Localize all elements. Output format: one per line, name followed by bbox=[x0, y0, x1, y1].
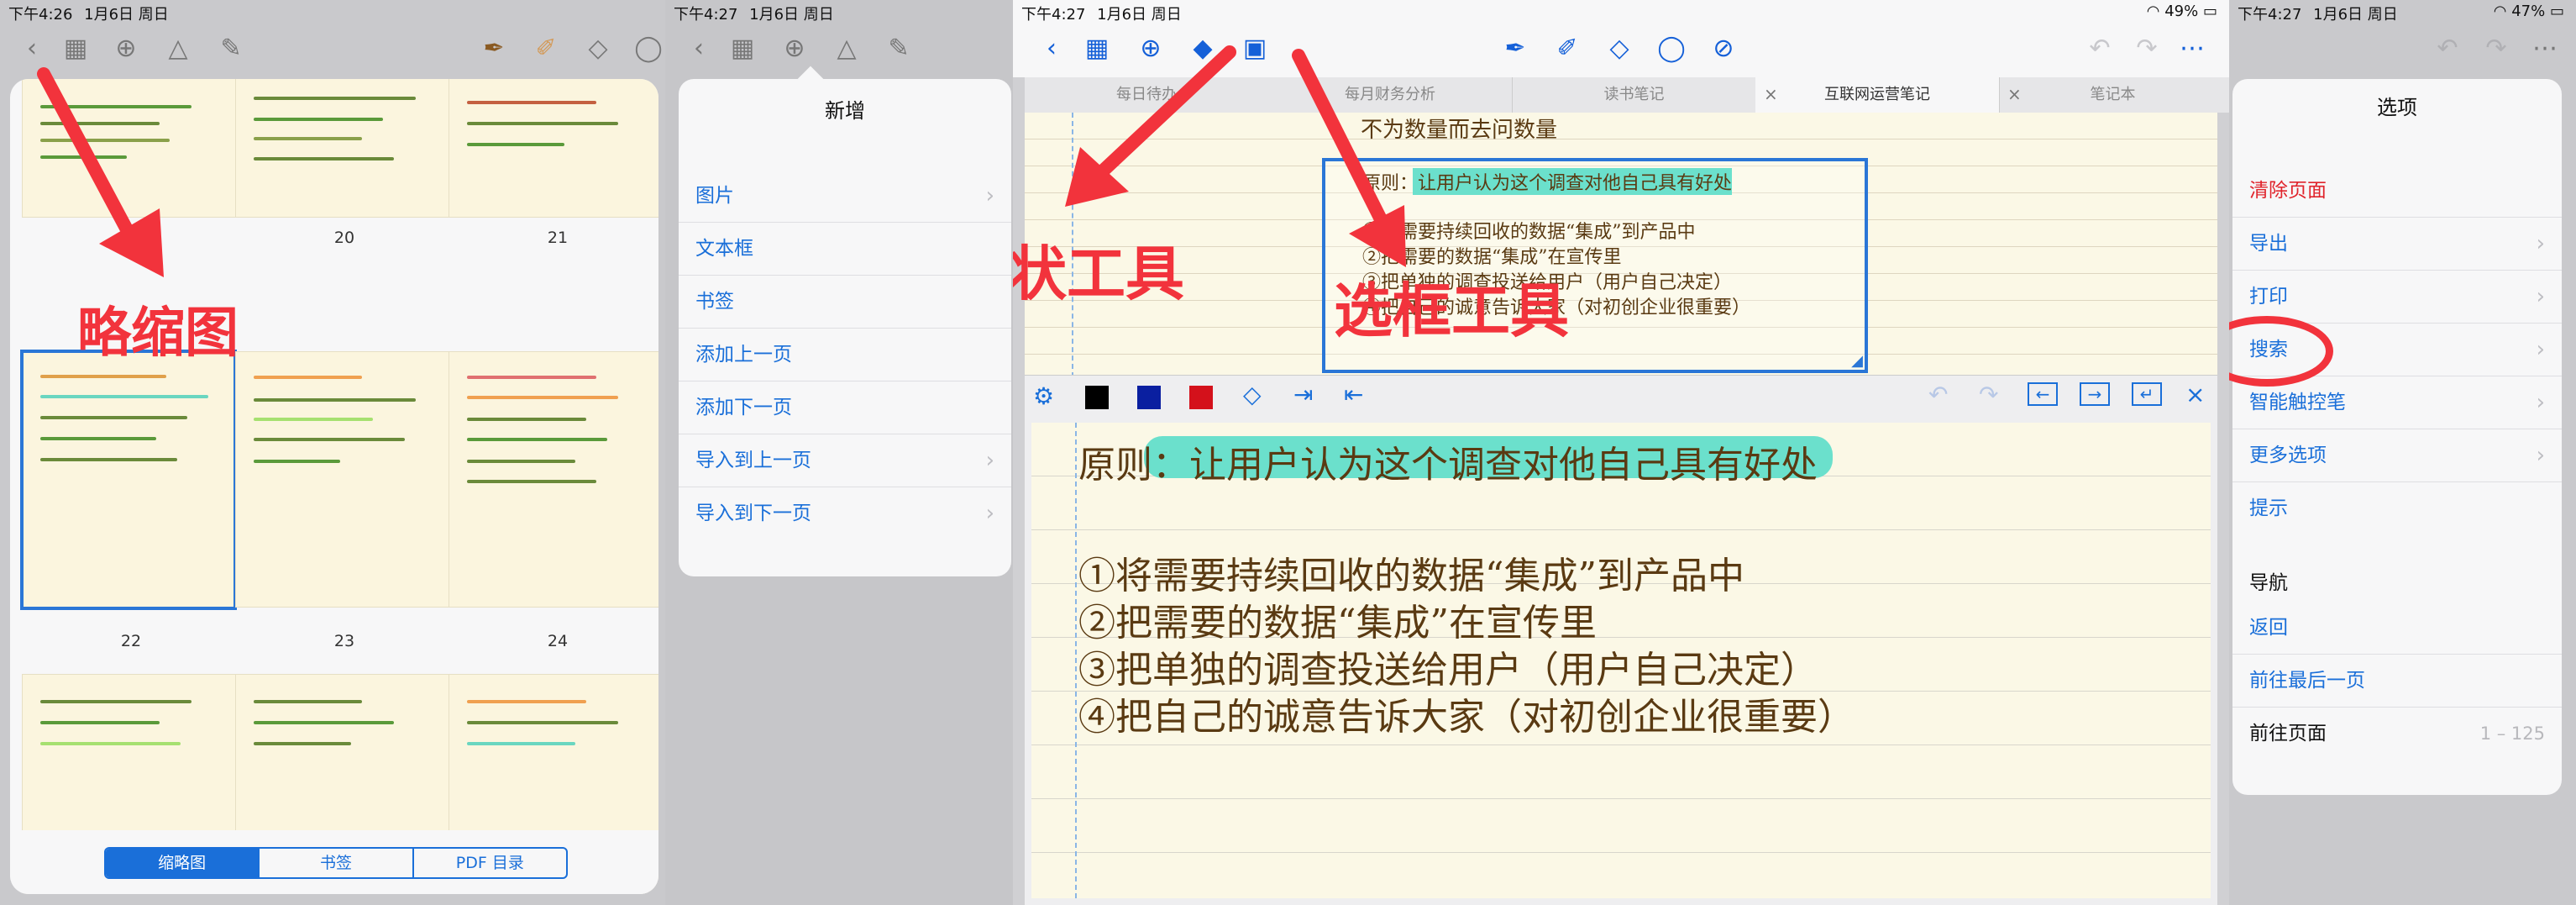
menu-item-export[interactable]: 导出 › bbox=[2232, 218, 2562, 271]
page-thumbnail-selected[interactable] bbox=[20, 350, 237, 610]
add-circle-icon[interactable]: ⊕ bbox=[778, 32, 811, 66]
color-swatch-red[interactable] bbox=[1189, 386, 1213, 409]
segment-pdf-toc[interactable]: PDF 目录 bbox=[412, 849, 566, 877]
chevron-right-icon: › bbox=[2536, 390, 2545, 415]
section-header-navigation: 导航 bbox=[2249, 572, 2288, 594]
undo-icon[interactable]: ↶ bbox=[2431, 32, 2464, 66]
chevron-right-icon: › bbox=[2536, 284, 2545, 309]
menu-item-clear-page[interactable]: 清除页面 bbox=[2232, 165, 2562, 218]
chevron-right-icon: › bbox=[985, 448, 994, 473]
menu-item-add-prev-page[interactable]: 添加上一页 bbox=[679, 329, 1011, 381]
popover-title: 新增 bbox=[825, 99, 865, 123]
menu-item-go-to-page[interactable]: 前往页面 1 – 125 bbox=[2232, 708, 2562, 760]
shapes-icon[interactable]: △ bbox=[830, 32, 863, 66]
toolbar: ‹ ▦ ⊕ △ ✎ bbox=[665, 24, 1013, 76]
editor-panel: 下午4:27 1月6日 周日 ◠ 49% ▭ ‹ ▦ ⊕ ◆ ▣ ✒ ✐ ◇ ◯… bbox=[1013, 0, 2229, 905]
color-swatch-black[interactable] bbox=[1085, 386, 1109, 409]
view-segmented-control: 缩略图 书签 PDF 目录 bbox=[10, 830, 658, 894]
menu-item-label: 提示 bbox=[2249, 497, 2288, 519]
menu-item-label: 书签 bbox=[695, 291, 734, 313]
menu-item-label: 添加上一页 bbox=[695, 344, 792, 366]
battery-percent: 47% bbox=[2511, 3, 2546, 20]
zoom-editor: ⚙ ◇ ⇥ ⇤ ↶ ↷ ← → ↵ × 原则：让用户认为这个调查对他自己具有好处… bbox=[1025, 375, 2217, 905]
zoom-line: ①将需要持续回收的数据“集成”到产品中 bbox=[1078, 555, 1744, 597]
menu-item-label: 返回 bbox=[2249, 617, 2288, 639]
menu-item-label: 打印 bbox=[2249, 286, 2288, 308]
annotation-selection-tool: 选框工具 bbox=[1334, 276, 1569, 345]
page-thumbnail[interactable] bbox=[235, 351, 454, 608]
popover-title: 选项 bbox=[2377, 96, 2417, 119]
add-menu-panel: 下午4:27 1月6日 周日 ‹ ▦ ⊕ △ ✎ 新增 图片 › 文本框 书签 添… bbox=[665, 0, 1013, 905]
menu-item-last-page[interactable]: 前往最后一页 bbox=[2232, 655, 2562, 708]
zoom-line: ③把单独的调查投送给用户（用户自己决定） bbox=[1078, 649, 1818, 692]
menu-item-image[interactable]: 图片 › bbox=[679, 170, 1011, 223]
toolbar: ↶ ↷ ⋯ bbox=[2229, 24, 2576, 76]
annotation-shape-tool: 形状工具 bbox=[1013, 239, 1184, 308]
menu-item-label: 导入到下一页 bbox=[695, 502, 811, 524]
wifi-icon: ◠ bbox=[2493, 3, 2512, 20]
options-popover: 选项 清除页面 导出 › 打印 › 搜索 › 智能触控笔 › 更多选项 › 提示 导航 返… bbox=[2232, 79, 2562, 795]
zoom-line: ④把自己的诚意告诉大家（对初创企业很重要） bbox=[1078, 696, 1855, 739]
menu-item-import-prev[interactable]: 导入到上一页 › bbox=[679, 434, 1011, 487]
add-popover: 新增 图片 › 文本框 书签 添加上一页 添加下一页 导入到上一页 › 导入到下一页… bbox=[679, 79, 1011, 576]
menu-item-bookmark[interactable]: 书签 bbox=[679, 276, 1011, 329]
more-icon[interactable]: ⋯ bbox=[2528, 32, 2562, 66]
menu-item-back[interactable]: 返回 bbox=[2232, 602, 2562, 655]
page-number: 24 bbox=[547, 632, 569, 650]
menu-item-more-options[interactable]: 更多选项 › bbox=[2232, 429, 2562, 482]
zoom-writing-area[interactable]: 原则：让用户认为这个调查对他自己具有好处 ①将需要持续回收的数据“集成”到产品中… bbox=[1031, 423, 2211, 898]
status-time: 下午4:27 bbox=[674, 6, 738, 24]
page-thumbnail[interactable] bbox=[449, 351, 658, 608]
zoom-line: ②把需要的数据“集成”在宣传里 bbox=[1078, 602, 1597, 645]
menu-item-import-next[interactable]: 导入到下一页 › bbox=[679, 487, 1011, 540]
status-bar: 下午4:27 1月6日 周日 ◠ 47% ▭ bbox=[2229, 0, 2576, 24]
menu-item-label: 前往页面 bbox=[2249, 723, 2327, 745]
menu-item-label: 导出 bbox=[2249, 233, 2288, 255]
zoom-line: 原则：让用户认为这个调查对他自己具有好处 bbox=[1078, 444, 1818, 487]
page-range: 1 – 125 bbox=[2479, 723, 2545, 744]
annotation-arrows bbox=[1065, 45, 1406, 267]
back-icon[interactable]: ‹ bbox=[682, 32, 716, 66]
annotation-arrow bbox=[37, 67, 164, 277]
chevron-right-icon: › bbox=[985, 501, 994, 526]
status-time: 下午4:27 bbox=[2238, 6, 2302, 24]
menu-item-label: 智能触控笔 bbox=[2249, 392, 2346, 413]
margin-line bbox=[1075, 423, 1077, 898]
thumbnail-panel: 下午4:26 1月6日 周日 ‹ ▦ ⊕ △ ✎ ✒ ✐ ◇ ◯ + 编辑 20… bbox=[0, 0, 665, 905]
menu-item-label: 前往最后一页 bbox=[2249, 670, 2365, 692]
edit-icon[interactable]: ✎ bbox=[882, 32, 916, 66]
menu-item-label: 文本框 bbox=[695, 238, 753, 260]
menu-item-print[interactable]: 打印 › bbox=[2232, 271, 2562, 324]
menu-item-label: 导入到上一页 bbox=[695, 450, 811, 471]
redo-icon[interactable]: ↷ bbox=[2479, 32, 2513, 66]
status-date: 1月6日 周日 bbox=[2313, 6, 2398, 24]
chevron-right-icon: › bbox=[985, 183, 994, 208]
grid-icon[interactable]: ▦ bbox=[726, 32, 759, 66]
chevron-right-icon: › bbox=[2536, 231, 2545, 256]
chevron-right-icon: › bbox=[2536, 337, 2545, 362]
battery-icon: ▭ bbox=[2549, 3, 2564, 20]
color-swatch-blue[interactable] bbox=[1137, 386, 1161, 409]
segment-bookmarks[interactable]: 书签 bbox=[258, 849, 412, 877]
menu-item-label: 更多选项 bbox=[2249, 445, 2327, 466]
menu-item-textbox[interactable]: 文本框 bbox=[679, 223, 1011, 276]
segment-thumbnails[interactable]: 缩略图 bbox=[106, 849, 259, 877]
menu-item-add-next-page[interactable]: 添加下一页 bbox=[679, 381, 1011, 434]
options-panel: 下午4:27 1月6日 周日 ◠ 47% ▭ ↶ ↷ ⋯ 选项 清除页面 导出 ›… bbox=[2229, 0, 2576, 905]
annotation-label: 略缩图 bbox=[77, 303, 239, 365]
status-bar: 下午4:27 1月6日 周日 bbox=[665, 0, 1013, 24]
page-number: 23 bbox=[333, 632, 355, 650]
menu-item-tips[interactable]: 提示 bbox=[2232, 482, 2562, 535]
menu-item-label: 添加下一页 bbox=[695, 397, 792, 418]
page-number: 22 bbox=[120, 632, 142, 650]
menu-item-label: 清除页面 bbox=[2249, 180, 2327, 202]
status-date: 1月6日 周日 bbox=[749, 6, 834, 24]
chevron-right-icon: › bbox=[2536, 443, 2545, 468]
menu-item-label: 图片 bbox=[695, 185, 734, 207]
